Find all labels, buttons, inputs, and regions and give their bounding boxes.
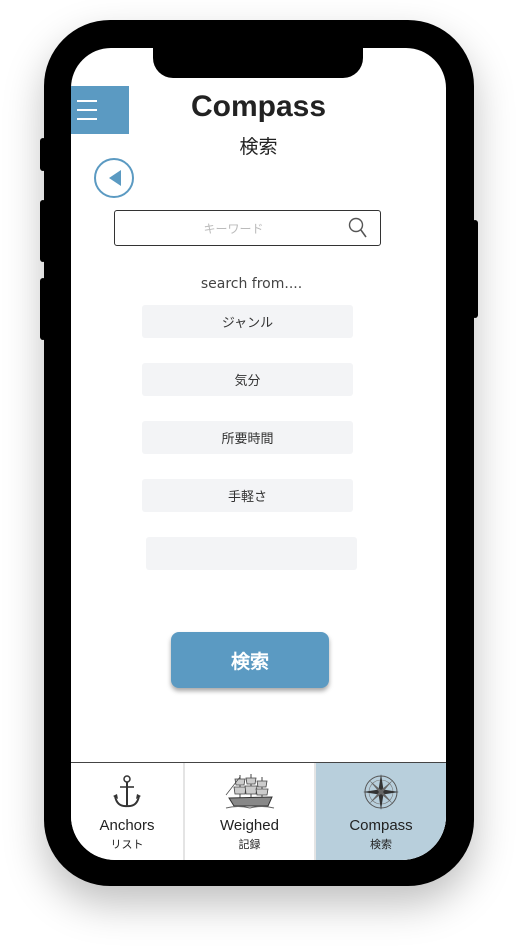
tab-compass-sublabel: 検索 <box>370 838 392 851</box>
tab-weighed[interactable]: Weighed 記録 <box>185 763 316 860</box>
search-icon[interactable] <box>348 217 368 239</box>
app-screen: Compass 検索 search from.... ジャンル 気分 所要時間 … <box>71 48 446 860</box>
search-field[interactable] <box>114 210 381 246</box>
bottom-tab-bar: Anchors リスト Weighed 記録 Compass 検索 <box>71 762 446 860</box>
tab-compass[interactable]: Compass 検索 <box>316 763 446 860</box>
tab-weighed-sublabel: 記録 <box>238 838 261 851</box>
phone-frame: Compass 検索 search from.... ジャンル 気分 所要時間 … <box>40 20 478 886</box>
compass-rose-icon <box>362 773 400 811</box>
phone-volume-up <box>40 200 46 262</box>
tab-anchors-label: Anchors <box>99 817 155 834</box>
ship-icon <box>224 773 276 811</box>
tab-compass-label: Compass <box>349 817 413 834</box>
search-from-label: search from.... <box>200 276 303 292</box>
phone-power-button <box>472 220 478 318</box>
tab-weighed-label: Weighed <box>220 817 279 834</box>
phone-mute-switch <box>40 138 46 171</box>
search-submit-button[interactable]: 検索 <box>171 632 329 688</box>
filter-duration-button[interactable]: 所要時間 <box>142 421 353 454</box>
keyword-search-input[interactable] <box>119 214 348 244</box>
back-arrow-icon <box>109 170 121 186</box>
filter-mood-button[interactable]: 気分 <box>142 363 353 396</box>
filter-ease-button[interactable]: 手軽さ <box>142 479 353 512</box>
tab-anchors[interactable]: Anchors リスト <box>71 763 185 860</box>
phone-volume-down <box>40 278 46 340</box>
tab-anchors-sublabel: リスト <box>110 838 144 851</box>
page-subtitle: 検索 <box>239 136 278 158</box>
back-button[interactable] <box>94 158 134 198</box>
filter-empty-button[interactable] <box>146 537 357 570</box>
filter-genre-button[interactable]: ジャンル <box>142 305 353 338</box>
anchor-icon <box>112 773 142 811</box>
page-title: Compass <box>190 90 327 123</box>
notch <box>153 48 363 78</box>
